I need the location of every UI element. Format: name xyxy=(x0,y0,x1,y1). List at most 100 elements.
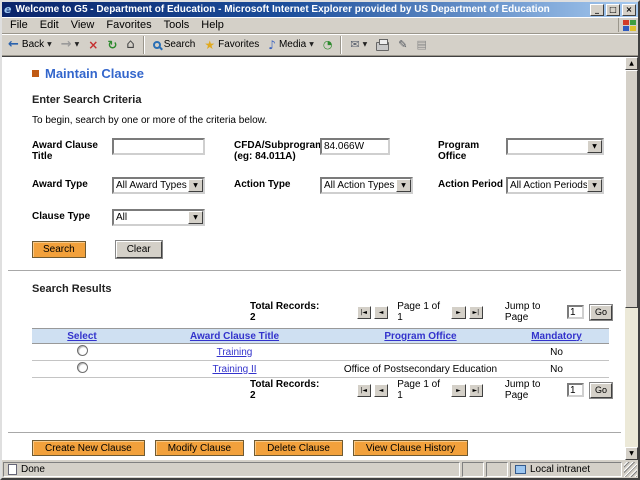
header-mandatory[interactable]: Mandatory xyxy=(504,331,609,342)
modify-clause-button[interactable]: Modify Clause xyxy=(154,440,245,456)
chevron-down-icon[interactable]: ▼ xyxy=(188,211,203,224)
menu-file[interactable]: File xyxy=(4,18,34,32)
go-button[interactable]: Go xyxy=(589,304,612,320)
chevron-down-icon[interactable]: ▼ xyxy=(587,179,602,192)
history-button[interactable]: ◔ xyxy=(319,35,337,55)
results-pagination-top: Total Records: 2 |◄ ◄ Page 1 of 1 ► ►| J… xyxy=(32,301,612,323)
scroll-down-icon[interactable]: ▼ xyxy=(625,447,638,460)
windows-logo-icon xyxy=(618,18,636,32)
results-pagination-bottom: Total Records: 2 |◄ ◄ Page 1 of 1 ► ►| J… xyxy=(32,379,612,401)
stop-button[interactable]: × xyxy=(84,35,102,55)
chevron-down-icon[interactable]: ▼ xyxy=(188,179,203,192)
refresh-button[interactable]: ↻ xyxy=(103,35,121,55)
clear-button[interactable]: Clear xyxy=(115,241,162,258)
select-radio[interactable] xyxy=(76,345,88,356)
scrollbar-track[interactable] xyxy=(625,308,638,447)
menu-tools[interactable]: Tools xyxy=(158,18,196,32)
discuss-button[interactable]: ▤ xyxy=(412,35,430,55)
document-icon xyxy=(8,464,17,475)
select-radio[interactable] xyxy=(76,362,88,373)
window-controls: _ □ × xyxy=(590,3,636,16)
program-office-select[interactable]: ▼ xyxy=(506,138,604,155)
window-title: Welcome to G5 - Department of Education … xyxy=(15,4,550,15)
forward-button[interactable]: → ▼ xyxy=(57,35,84,55)
clause-type-select[interactable]: All ▼ xyxy=(112,209,205,226)
page-title: Maintain Clause xyxy=(32,66,619,81)
first-page-button[interactable]: |◄ xyxy=(356,305,371,319)
title-bar: e Welcome to G5 - Department of Educatio… xyxy=(2,2,638,17)
search-label: Search xyxy=(163,39,196,50)
prev-page-button[interactable]: ◄ xyxy=(373,383,389,397)
action-type-label: Action Type xyxy=(234,179,291,190)
home-button[interactable]: ⌂ xyxy=(122,35,138,55)
vertical-scrollbar[interactable]: ▲ ▼ xyxy=(625,57,638,460)
action-period-select[interactable]: All Action Periods ▼ xyxy=(506,177,604,194)
scroll-up-icon[interactable]: ▲ xyxy=(625,57,638,70)
media-icon: ♪ xyxy=(268,37,276,52)
print-icon xyxy=(376,38,390,51)
action-buttons: Create New Clause Modify Clause Delete C… xyxy=(32,440,619,456)
menu-view[interactable]: View xyxy=(65,18,101,32)
forward-icon: → xyxy=(60,37,72,52)
resize-grip[interactable] xyxy=(624,462,637,477)
status-text: Done xyxy=(21,464,45,475)
security-zone-pane: Local intranet xyxy=(510,462,622,477)
action-type-select[interactable]: All Action Types ▼ xyxy=(320,177,413,194)
print-button[interactable] xyxy=(372,35,393,55)
menu-favorites[interactable]: Favorites xyxy=(100,18,157,32)
mail-button[interactable]: ✉ ▼ xyxy=(346,35,371,55)
media-button[interactable]: ♪ Media ▼ xyxy=(264,35,318,55)
cfda-input[interactable] xyxy=(320,138,390,155)
header-award-clause-title[interactable]: Award Clause Title xyxy=(132,331,337,342)
discuss-icon: ▤ xyxy=(416,38,427,51)
go-button[interactable]: Go xyxy=(589,382,612,398)
prev-page-button[interactable]: ◄ xyxy=(373,305,389,319)
create-new-clause-button[interactable]: Create New Clause xyxy=(32,440,145,456)
last-page-button[interactable]: ►| xyxy=(468,305,483,319)
delete-clause-button[interactable]: Delete Clause xyxy=(254,440,343,456)
back-button[interactable]: ← Back ▼ xyxy=(4,35,56,55)
next-page-button[interactable]: ► xyxy=(451,305,466,319)
table-row: Training No xyxy=(32,344,609,361)
section-divider xyxy=(8,270,621,271)
clause-type-label: Clause Type xyxy=(32,211,91,222)
pager: |◄ ◄ Page 1 of 1 ► ►| xyxy=(356,301,483,323)
action-period-value: All Action Periods xyxy=(510,180,587,191)
menu-edit[interactable]: Edit xyxy=(34,18,65,32)
cfda-label-line2: (eg: 84.011A) xyxy=(234,151,296,162)
criteria-form: Award Clause Title CFDA/Subprogram (eg: … xyxy=(32,138,619,226)
award-type-select[interactable]: All Award Types ▼ xyxy=(112,177,205,194)
award-clause-title-input[interactable] xyxy=(112,138,205,155)
section-divider xyxy=(8,432,621,433)
maximize-button[interactable]: □ xyxy=(606,3,620,16)
back-icon: ← xyxy=(8,37,19,52)
status-pane xyxy=(486,462,508,477)
view-clause-history-button[interactable]: View Clause History xyxy=(352,440,469,456)
mandatory-cell: No xyxy=(550,346,563,358)
ie-logo-icon[interactable]: e xyxy=(4,4,11,15)
chevron-down-icon[interactable]: ▼ xyxy=(587,140,602,153)
scrollbar-thumb[interactable] xyxy=(625,70,638,308)
next-page-button[interactable]: ► xyxy=(451,383,466,397)
results-table: Select Award Clause Title Program Office… xyxy=(32,328,609,378)
jump-to-page-input[interactable] xyxy=(566,305,584,319)
edit-button[interactable]: ✎ xyxy=(394,35,411,55)
search-button[interactable]: Search xyxy=(32,241,86,258)
close-button[interactable]: × xyxy=(622,3,636,16)
status-pane xyxy=(462,462,484,477)
local-intranet-icon xyxy=(515,465,526,474)
last-page-button[interactable]: ►| xyxy=(468,383,483,397)
favorites-button[interactable]: ★ Favorites xyxy=(200,35,263,55)
menu-help[interactable]: Help xyxy=(195,18,230,32)
jump-to-page-input[interactable] xyxy=(566,383,584,397)
jump-to-page-label: Jump to Page xyxy=(504,301,541,323)
header-program-office[interactable]: Program Office xyxy=(337,331,504,342)
clause-title-link[interactable]: Training xyxy=(217,347,253,358)
clause-title-link[interactable]: Training II xyxy=(212,364,256,375)
chevron-down-icon[interactable]: ▼ xyxy=(396,179,411,192)
first-page-button[interactable]: |◄ xyxy=(356,383,371,397)
minimize-button[interactable]: _ xyxy=(590,3,604,16)
header-select[interactable]: Select xyxy=(32,331,132,342)
search-toolbar-button[interactable]: Search xyxy=(149,35,200,55)
total-records: Total Records: 2 xyxy=(250,301,320,323)
